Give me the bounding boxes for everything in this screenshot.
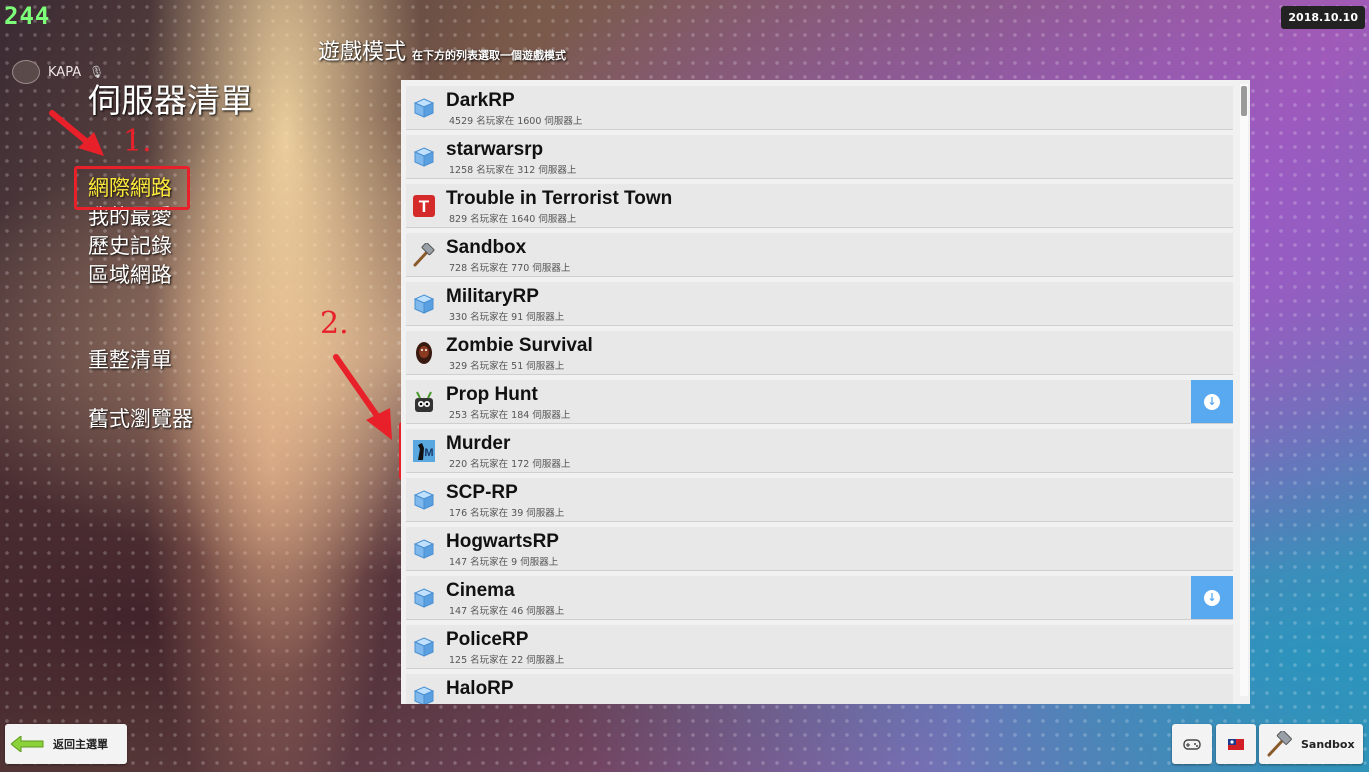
download-button[interactable]: ↓ — [1191, 576, 1233, 619]
hammer-icon — [1267, 731, 1292, 757]
gamemode-row[interactable]: T Trouble in Terrorist Town 829 名玩家在 1640 … — [406, 184, 1233, 228]
cube-icon — [411, 536, 437, 562]
prophunt-icon — [411, 389, 437, 415]
murder-icon: M — [411, 438, 437, 464]
gamemode-name: Murder — [446, 433, 511, 454]
scrollbar-track[interactable] — [1240, 84, 1248, 696]
gamemode-player-count: 4529 名玩家在 1600 伺服器上 — [449, 116, 583, 127]
gamemode-player-count: 330 名玩家在 91 伺服器上 — [449, 312, 565, 323]
gamemode-player-count: 829 名玩家在 1640 伺服器上 — [449, 214, 577, 225]
back-to-main-menu-button[interactable]: 返回主選單 — [5, 724, 127, 764]
hammer-icon — [411, 242, 437, 268]
cube-icon — [411, 634, 437, 660]
scrollbar-thumb[interactable] — [1241, 86, 1247, 116]
gamemode-name: Trouble in Terrorist Town — [446, 188, 673, 209]
game-mode-subtitle: 在下方的列表選取一個遊戲模式 — [412, 49, 567, 62]
gamemode-name: Cinema — [446, 580, 515, 601]
gamemode-player-count: 176 名玩家在 39 伺服器上 — [449, 508, 565, 519]
gamemode-row[interactable]: Sandbox 728 名玩家在 770 伺服器上 — [406, 233, 1233, 277]
gamemode-list[interactable]: DarkRP 4529 名玩家在 1600 伺服器上 starwarsrp 1258 … — [401, 80, 1250, 704]
gamemode-name: MilitaryRP — [446, 286, 539, 307]
language-button[interactable] — [1216, 724, 1256, 764]
gamemode-player-count: 728 名玩家在 770 伺服器上 — [449, 263, 571, 274]
current-gamemode-label: Sandbox — [1301, 737, 1355, 751]
gamemode-name: SCP-RP — [446, 482, 518, 503]
gamemode-row[interactable]: starwarsrp 1258 名玩家在 312 伺服器上 — [406, 135, 1233, 179]
gamemode-row[interactable]: SCP-RP 176 名玩家在 39 伺服器上 — [406, 478, 1233, 522]
gamemode-player-count: 220 名玩家在 172 伺服器上 — [449, 459, 571, 470]
gamemode-row[interactable]: HogwartsRP 147 名玩家在 9 伺服器上 — [406, 527, 1233, 571]
cube-icon — [411, 585, 437, 611]
cube-icon — [411, 683, 437, 704]
gamemode-name: Zombie Survival — [446, 335, 593, 356]
cube-icon — [411, 144, 437, 170]
gamemode-name: PoliceRP — [446, 629, 529, 650]
taiwan-flag-icon — [1228, 738, 1244, 750]
gamepad-icon — [1183, 739, 1201, 750]
gamemode-row[interactable]: PoliceRP 125 名玩家在 22 伺服器上 — [406, 625, 1233, 669]
current-gamemode-button[interactable]: Sandbox — [1259, 724, 1363, 764]
gamemode-row[interactable]: M Murder 220 名玩家在 172 伺服器上 — [406, 429, 1233, 473]
svg-text:M: M — [424, 447, 433, 459]
gamemode-row[interactable]: MilitaryRP 330 名玩家在 91 伺服器上 — [406, 282, 1233, 326]
gamemode-row[interactable]: Cinema 147 名玩家在 46 伺服器上 ↓ — [406, 576, 1233, 620]
download-icon: ↓ — [1204, 589, 1220, 606]
gamemode-row[interactable]: HaloRP — [406, 674, 1233, 704]
gamemode-player-count: 147 名玩家在 9 伺服器上 — [449, 557, 559, 568]
back-arrow-icon — [11, 736, 44, 752]
gamemode-name: DarkRP — [446, 90, 515, 111]
cube-icon — [411, 95, 437, 121]
svg-text:T: T — [419, 197, 430, 216]
cube-icon — [411, 487, 437, 513]
gamemode-player-count: 329 名玩家在 51 伺服器上 — [449, 361, 565, 372]
cube-icon — [411, 291, 437, 317]
gamemode-player-count: 1258 名玩家在 312 伺服器上 — [449, 165, 577, 176]
gamemode-name: HogwartsRP — [446, 531, 559, 552]
ttt-icon: T — [411, 193, 437, 219]
gamemode-player-count: 147 名玩家在 46 伺服器上 — [449, 606, 565, 617]
gamemode-name: starwarsrp — [446, 139, 544, 160]
gamemode-player-count: 125 名玩家在 22 伺服器上 — [449, 655, 565, 666]
download-button[interactable]: ↓ — [1191, 380, 1233, 423]
gamemode-row[interactable]: DarkRP 4529 名玩家在 1600 伺服器上 — [406, 86, 1233, 130]
back-button-label: 返回主選單 — [53, 738, 108, 751]
game-mode-title: 遊戲模式 — [318, 40, 407, 65]
game-mode-header: 遊戲模式 在下方的列表選取一個遊戲模式 — [318, 34, 566, 66]
gamemode-name: Sandbox — [446, 237, 527, 258]
gamemode-row[interactable]: Prop Hunt 253 名玩家在 184 伺服器上 ↓ — [406, 380, 1233, 424]
gamemode-name: HaloRP — [446, 678, 514, 699]
gamemode-name: Prop Hunt — [446, 384, 538, 405]
gamemode-player-count: 253 名玩家在 184 伺服器上 — [449, 410, 571, 421]
gamepad-button[interactable] — [1172, 724, 1212, 764]
zombie-icon — [411, 340, 437, 366]
download-icon: ↓ — [1204, 393, 1220, 410]
gamemode-row[interactable]: Zombie Survival 329 名玩家在 51 伺服器上 — [406, 331, 1233, 375]
